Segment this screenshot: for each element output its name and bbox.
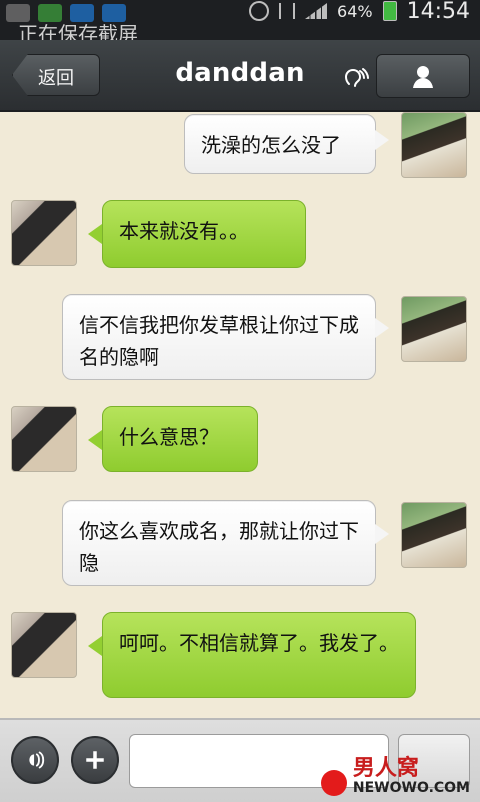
alarm-icon: [249, 1, 270, 21]
message-bubble-incoming[interactable]: 呵呵。不相信就算了。我发了。: [102, 612, 416, 698]
status-right: 64% 14:54: [249, 0, 470, 24]
signal-icon: [305, 3, 328, 19]
message-bubble-incoming[interactable]: 什么意思？: [102, 406, 258, 472]
chat-history[interactable]: 洗澡的怎么没了 本来就没有。。 信不信我把你发草根让你过下成名的隐啊 什么意思？…: [0, 112, 480, 718]
chat-header: 返回 danddan: [0, 40, 480, 112]
earpiece-mode-svg: [344, 68, 369, 87]
plus-icon: [86, 751, 104, 769]
message-text: 洗澡的怎么没了: [201, 133, 341, 157]
download-icon: [279, 3, 296, 19]
voice-mode-button[interactable]: [11, 736, 59, 784]
bubble-tail-right: [375, 524, 389, 544]
bubble-tail-right: [375, 130, 389, 150]
add-attachment-button[interactable]: [71, 736, 119, 784]
message-text: 什么意思？: [119, 425, 219, 449]
message-text: 本来就没有。。: [119, 219, 249, 243]
contact-avatar[interactable]: [11, 406, 77, 472]
contact-avatar[interactable]: [11, 612, 77, 678]
message-bubble-incoming[interactable]: 本来就没有。。: [102, 200, 306, 268]
watermark-brand: 男人窝: [352, 756, 419, 781]
person-icon: [413, 66, 433, 88]
status-bar: 正在保存截屏 64% 14:54: [0, 0, 480, 46]
message-bubble-outgoing[interactable]: 你这么喜欢成名，那就让你过下隐: [62, 500, 376, 586]
contact-avatar[interactable]: [11, 200, 77, 266]
message-text: 呵呵。不相信就算了。我发了。: [119, 631, 399, 655]
input-bar: 男人窝 NEWOWO.COM: [0, 718, 480, 802]
earpiece-mode-icon[interactable]: [339, 62, 369, 92]
bubble-tail-right: [375, 318, 389, 338]
watermark-site: NEWOWO.COM: [352, 780, 470, 796]
message-text: 信不信我把你发草根让你过下成名的隐啊: [79, 313, 359, 369]
message-text: 你这么喜欢成名，那就让你过下隐: [79, 519, 359, 575]
message-bubble-outgoing[interactable]: 洗澡的怎么没了: [184, 114, 376, 174]
bubble-tail-left: [88, 224, 102, 244]
self-avatar[interactable]: [401, 296, 467, 362]
watermark-logo-icon: [320, 770, 347, 796]
speaker-icon: [29, 751, 45, 769]
message-bubble-outgoing[interactable]: 信不信我把你发草根让你过下成名的隐啊: [62, 294, 376, 380]
clock-time: 14:54: [406, 0, 470, 24]
self-avatar[interactable]: [401, 112, 467, 178]
bubble-tail-left: [88, 636, 102, 656]
bubble-tail-left: [88, 430, 102, 450]
watermark: 男人窝 NEWOWO.COM: [320, 756, 470, 797]
self-avatar[interactable]: [401, 502, 467, 568]
battery-percent: 64%: [337, 1, 373, 21]
battery-icon: [382, 1, 397, 21]
watermark-text: 男人窝 NEWOWO.COM: [352, 756, 470, 797]
profile-button[interactable]: [376, 54, 470, 98]
